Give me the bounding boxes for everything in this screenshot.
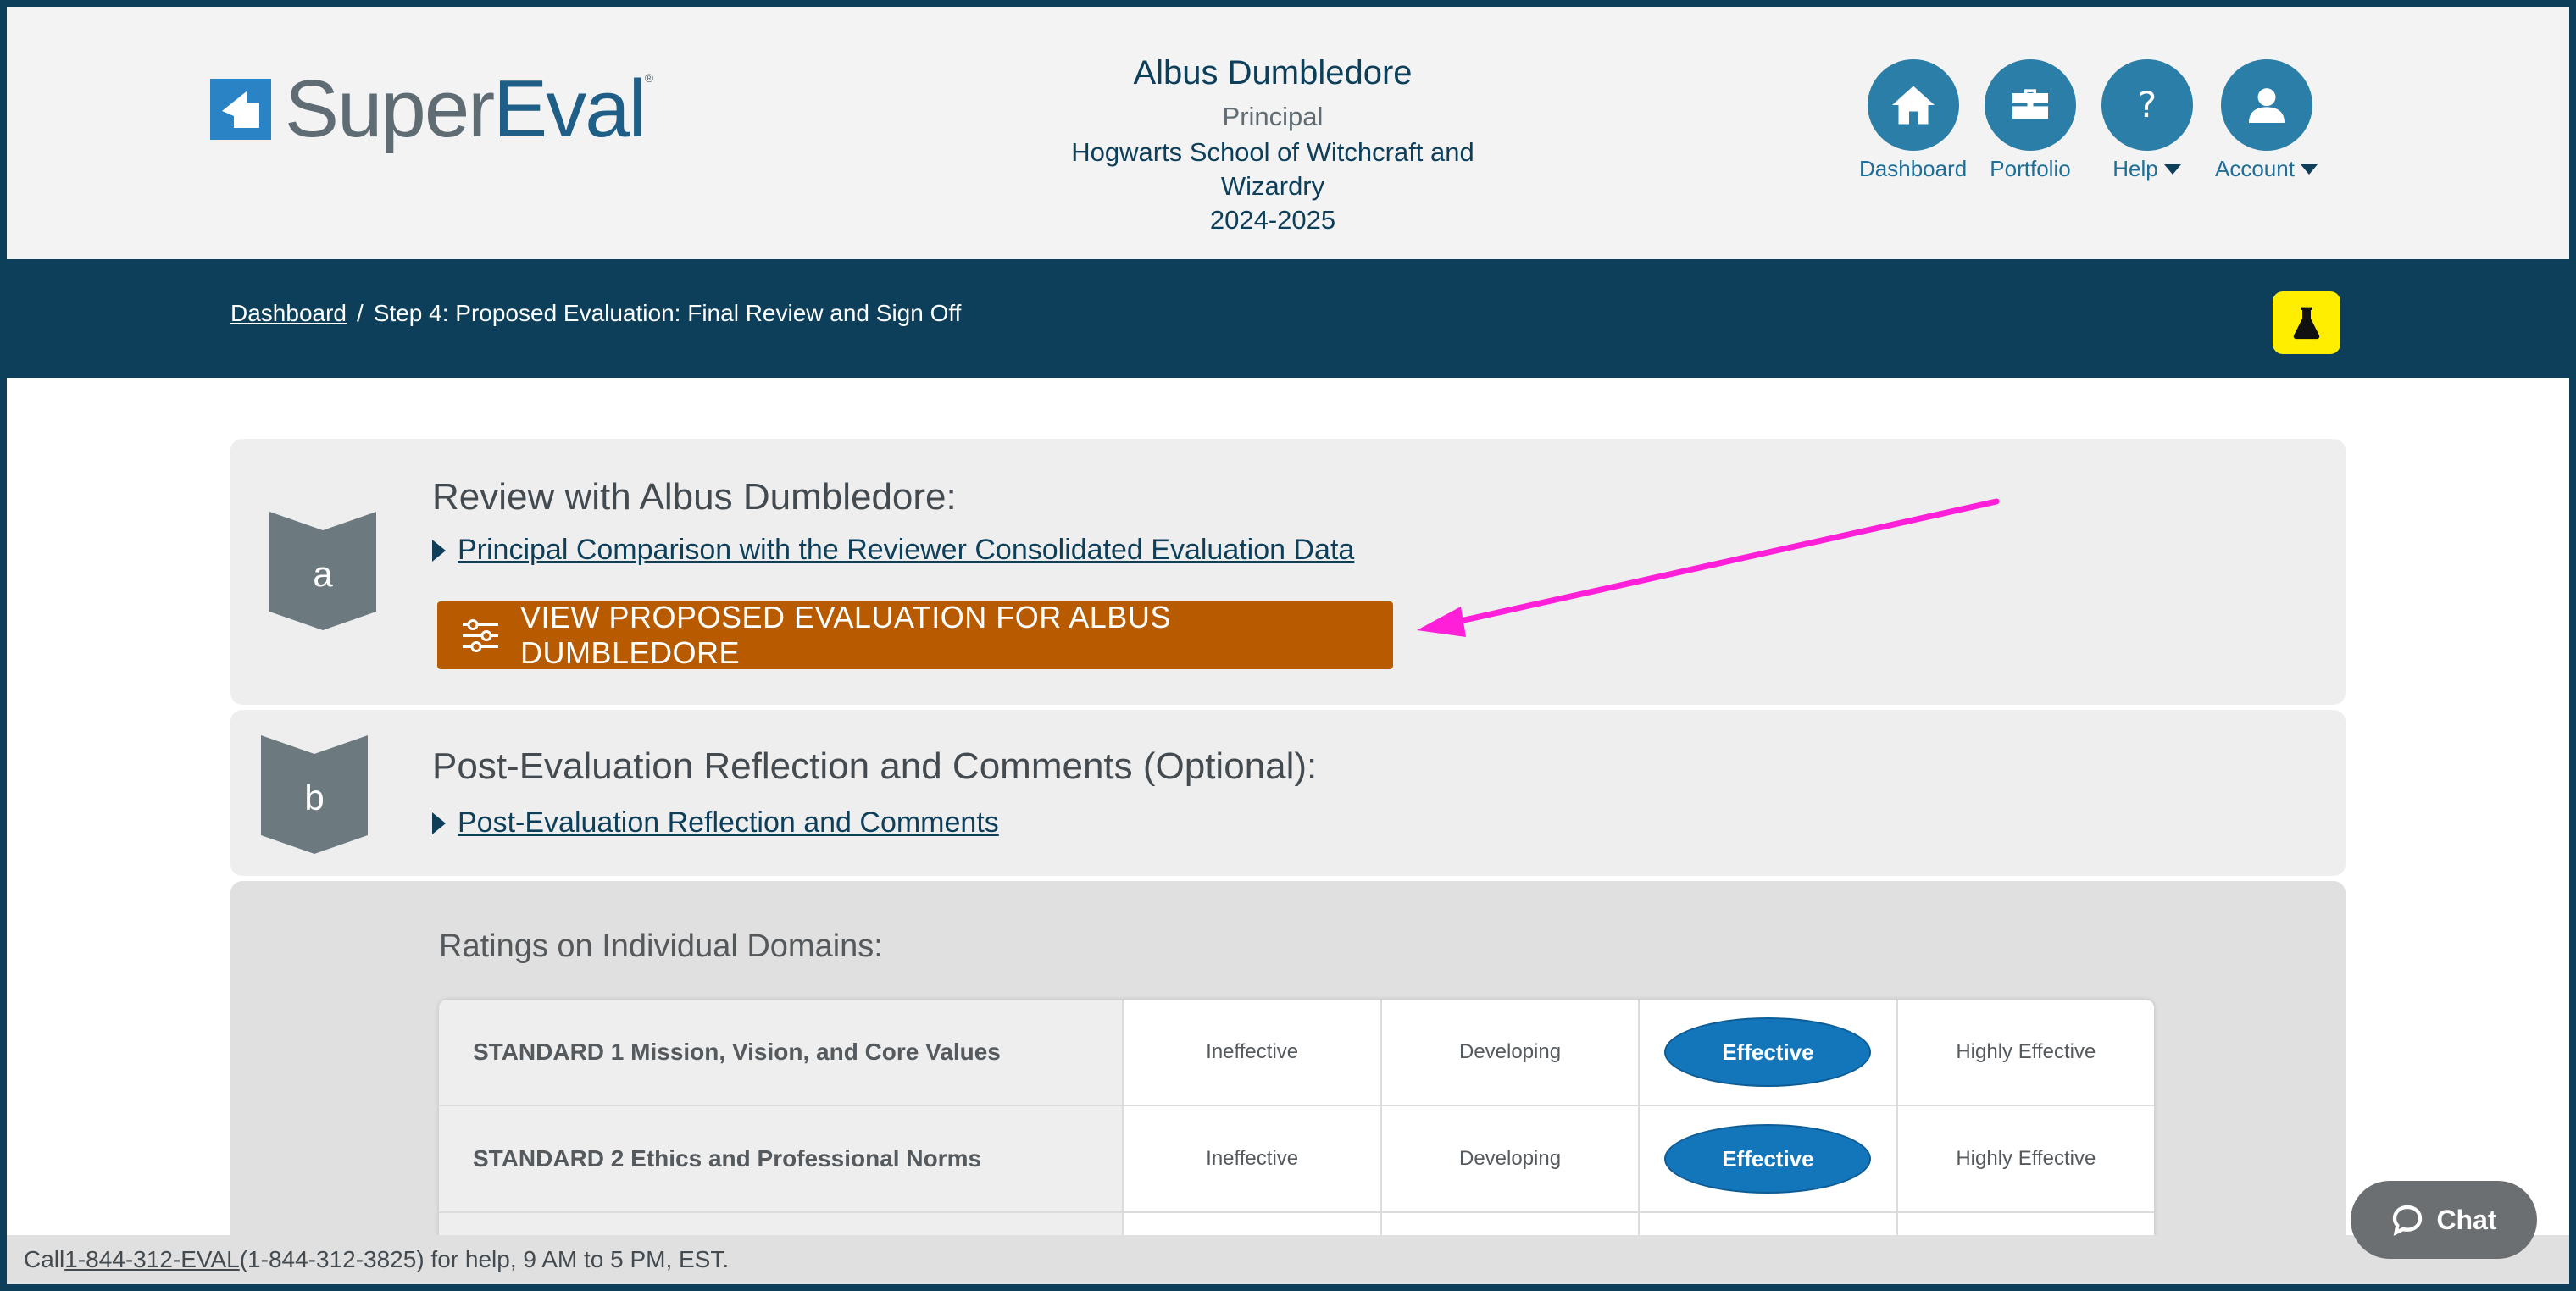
nav-help[interactable]: ? Help (2101, 59, 2193, 182)
section-a-badge: a (269, 512, 376, 630)
rating-highly-effective[interactable]: Highly Effective (1898, 1000, 2154, 1105)
breadcrumb-dashboard-link[interactable]: Dashboard (230, 300, 347, 327)
chat-bubble-icon (2393, 1205, 2423, 1236)
nav-portfolio[interactable]: Portfolio (1985, 59, 2076, 182)
home-icon (1867, 59, 1959, 151)
chat-button[interactable]: Chat (2351, 1181, 2537, 1259)
reflection-comments-link[interactable]: Post-Evaluation Reflection and Comments (432, 806, 999, 839)
briefcase-icon (1985, 59, 2076, 151)
view-proposed-evaluation-button[interactable]: VIEW PROPOSED EVALUATION FOR ALBUS DUMBL… (437, 600, 1393, 670)
selected-rating-pill: Effective (1664, 1124, 1872, 1194)
table-row: STANDARD 2 Ethics and Professional Norms… (439, 1106, 2154, 1213)
breadcrumb-separator: / (356, 300, 364, 326)
logo-mark-icon (210, 79, 271, 140)
section-a-card: a Review with Albus Dumbledore: Principa… (230, 439, 2346, 705)
chevron-down-icon (2300, 163, 2318, 175)
nav-account[interactable]: Account (2215, 59, 2318, 182)
section-b-title: Post-Evaluation Reflection and Comments … (432, 745, 1318, 787)
rating-effective[interactable]: Effective (1640, 1106, 1898, 1211)
header: SuperEval® Albus Dumbledore Principal Ho… (7, 7, 2569, 259)
ratings-card: Ratings on Individual Domains: STANDARD … (230, 881, 2346, 1284)
nav-dashboard[interactable]: Dashboard (1859, 59, 1967, 182)
ratings-title: Ratings on Individual Domains: (439, 928, 883, 964)
section-b-badge: b (261, 735, 368, 854)
caret-right-icon (432, 812, 446, 834)
selected-rating-pill: Effective (1664, 1017, 1872, 1087)
logo[interactable]: SuperEval® (210, 63, 653, 156)
rating-developing[interactable]: Developing (1382, 1106, 1641, 1211)
section-b-card: b Post-Evaluation Reflection and Comment… (230, 710, 2346, 876)
help-phone-link[interactable]: 1-844-312-EVAL (64, 1246, 240, 1273)
question-icon: ? (2101, 59, 2193, 151)
user-role: Principal (1222, 102, 1324, 131)
comparison-data-link[interactable]: Principal Comparison with the Reviewer C… (432, 534, 1354, 567)
breadcrumb-bar: Dashboard / Step 4: Proposed Evaluation:… (7, 259, 2569, 378)
school-year: 2024-2025 (1209, 205, 1336, 235)
rating-effective[interactable]: Effective (1640, 1000, 1898, 1105)
caret-right-icon (432, 539, 446, 562)
rating-developing[interactable]: Developing (1382, 1000, 1641, 1105)
user-icon (2220, 59, 2312, 151)
sliders-icon (461, 618, 500, 652)
svg-text:?: ? (2138, 84, 2157, 125)
help-footer: Call 1-844-312-EVAL (1-844-312-3825) for… (7, 1235, 2569, 1284)
rating-ineffective[interactable]: Ineffective (1124, 1000, 1382, 1105)
chevron-down-icon (2163, 163, 2181, 175)
section-a-title: Review with Albus Dumbledore: (432, 476, 957, 518)
breadcrumb: Dashboard / Step 4: Proposed Evaluation:… (230, 300, 961, 327)
breadcrumb-current: Step 4: Proposed Evaluation: Final Revie… (373, 300, 962, 326)
user-school: Hogwarts School of Witchcraft and Wizard… (1071, 137, 1474, 201)
flask-icon (2293, 307, 2320, 340)
logo-wordmark: SuperEval® (285, 64, 653, 154)
rating-highly-effective[interactable]: Highly Effective (1898, 1106, 2154, 1211)
labs-button[interactable] (2273, 291, 2340, 354)
app-frame: SuperEval® Albus Dumbledore Principal Ho… (7, 7, 2569, 1284)
user-name: Albus Dumbledore (1133, 54, 1413, 91)
user-info: Albus Dumbledore Principal Hogwarts Scho… (1019, 51, 1527, 237)
standard-label: STANDARD 1 Mission, Vision, and Core Val… (439, 1000, 1124, 1105)
table-row: STANDARD 1 Mission, Vision, and Core Val… (439, 1000, 2154, 1106)
standard-label: STANDARD 2 Ethics and Professional Norms (439, 1106, 1124, 1211)
rating-ineffective[interactable]: Ineffective (1124, 1106, 1382, 1211)
